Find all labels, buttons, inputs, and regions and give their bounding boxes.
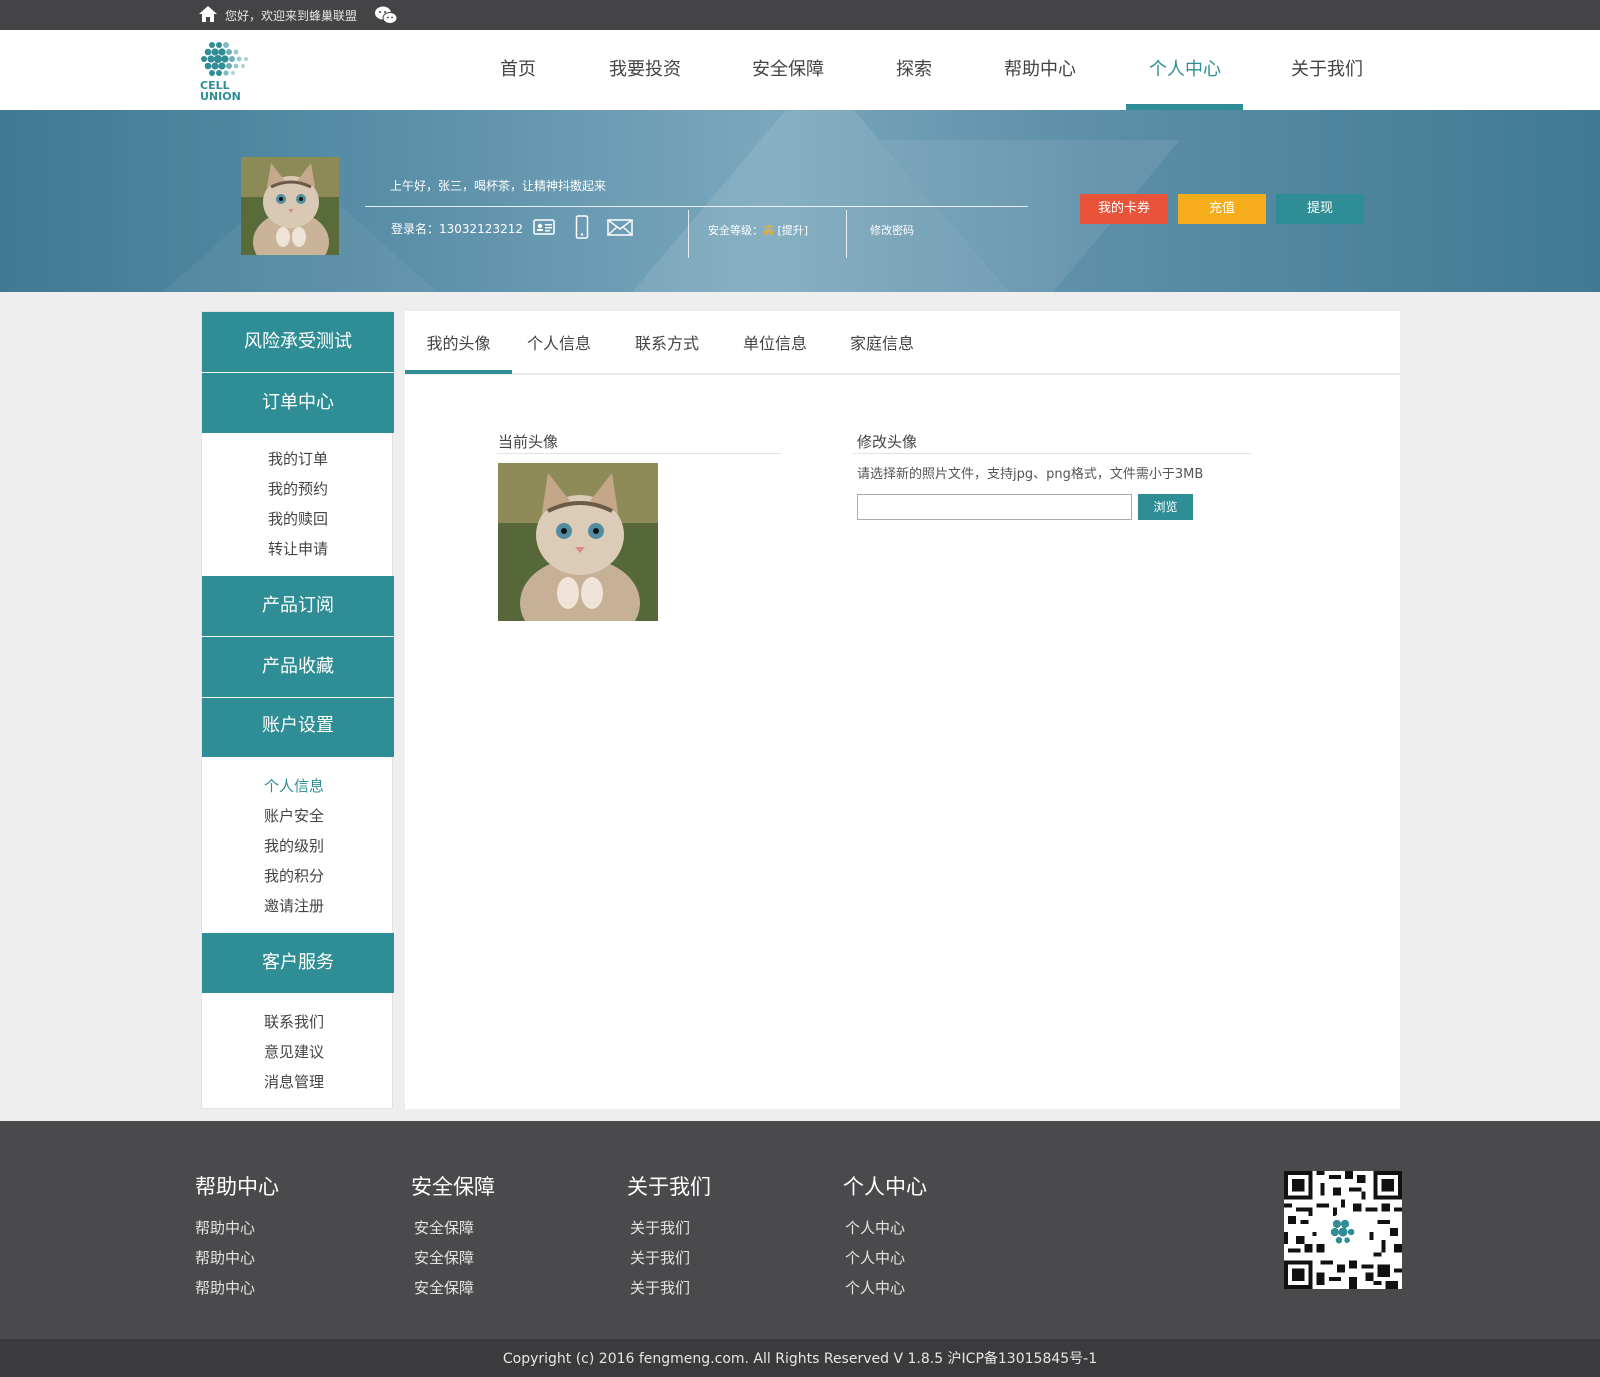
footer-column-personal: 个人中心 个人中心 个人中心 个人中心 <box>843 1171 927 1303</box>
footer-column-title: 帮助中心 <box>195 1175 279 1199</box>
sidebar-item-personal-info[interactable]: 个人信息 <box>198 775 390 796</box>
email-icon[interactable] <box>607 215 633 239</box>
current-avatar-image <box>498 463 658 621</box>
qr-code-image <box>1284 1171 1402 1289</box>
avatar-file-input[interactable] <box>857 494 1132 520</box>
site-header: CELL UNION 首页 我要投资 安全保障 探索 帮助中心 个人中心 关于我… <box>0 30 1600 110</box>
browse-button[interactable]: 浏览 <box>1138 494 1193 520</box>
recharge-button[interactable]: 充值 <box>1178 194 1266 224</box>
copyright-bar: Copyright (c) 2016 fengmeng.com. All Rig… <box>0 1339 1600 1377</box>
footer-link[interactable]: 个人中心 <box>845 1213 927 1243</box>
tab-personal-info[interactable]: 个人信息 <box>519 311 599 375</box>
banner-separator <box>846 210 847 258</box>
tab-my-avatar[interactable]: 我的头像 <box>405 311 512 375</box>
sidebar-item-my-orders[interactable]: 我的订单 <box>202 448 394 469</box>
sidebar-product-subscription[interactable]: 产品订阅 <box>202 576 394 636</box>
tabs-divider <box>405 373 1400 375</box>
footer-link[interactable]: 安全保障 <box>414 1243 495 1273</box>
tab-family-info[interactable]: 家庭信息 <box>842 311 922 375</box>
footer-link[interactable]: 个人中心 <box>845 1243 927 1273</box>
active-tab-indicator <box>405 370 512 374</box>
current-avatar-title: 当前头像 <box>498 433 559 451</box>
profile-banner: 上午好，张三，喝杯茶，让精神抖擞起来 登录名：13032123212 安全等级：… <box>0 110 1600 292</box>
banner-divider <box>365 206 1028 207</box>
sidebar-item-contact-us[interactable]: 联系我们 <box>198 1011 390 1032</box>
footer-column-title: 个人中心 <box>843 1175 927 1199</box>
change-avatar-title: 修改头像 <box>857 433 918 451</box>
sidebar-item-my-reservations[interactable]: 我的预约 <box>202 478 394 499</box>
sidebar-item-my-redemptions[interactable]: 我的赎回 <box>202 508 394 529</box>
upload-hint: 请选择新的照片文件，支持jpg、png格式，文件需小于3MB <box>857 467 1204 482</box>
banner-separator <box>688 210 689 258</box>
sidebar-item-transfer-requests[interactable]: 转让申请 <box>202 538 394 559</box>
login-name: 登录名：13032123212 <box>391 222 523 236</box>
tab-contact[interactable]: 联系方式 <box>627 311 707 375</box>
sidebar-item-invite-register[interactable]: 邀请注册 <box>198 895 390 916</box>
svg-text:UNION: UNION <box>200 90 241 101</box>
tab-employer-info[interactable]: 单位信息 <box>735 311 815 375</box>
footer-column-title: 安全保障 <box>411 1175 495 1199</box>
profile-panel: 我的头像 个人信息 联系方式 单位信息 家庭信息 当前头像 修改头像 请选择新的… <box>405 311 1400 1109</box>
site-footer: 帮助中心 帮助中心 帮助中心 帮助中心 安全保障 安全保障 安全保障 安全保障 … <box>0 1121 1600 1339</box>
mobile-phone-icon[interactable] <box>575 215 589 239</box>
sidebar-customer-service[interactable]: 客户服务 <box>202 933 394 993</box>
section-divider <box>497 453 781 454</box>
footer-link[interactable]: 关于我们 <box>630 1273 711 1303</box>
footer-link[interactable]: 关于我们 <box>630 1213 711 1243</box>
footer-column-security: 安全保障 安全保障 安全保障 安全保障 <box>411 1171 495 1303</box>
security-level-label: 安全等级： <box>708 224 763 237</box>
nav-security[interactable]: 安全保障 <box>748 30 828 110</box>
footer-column-title: 关于我们 <box>627 1175 711 1199</box>
sidebar-risk-test[interactable]: 风险承受测试 <box>202 312 394 372</box>
section-divider <box>853 453 1251 454</box>
nav-explore[interactable]: 探索 <box>889 30 939 110</box>
my-coupons-button[interactable]: 我的卡券 <box>1080 194 1168 224</box>
sidebar-account-settings[interactable]: 账户设置 <box>202 698 394 757</box>
nav-personal-center[interactable]: 个人中心 <box>1145 30 1225 110</box>
footer-link[interactable]: 个人中心 <box>845 1273 927 1303</box>
id-card-icon[interactable] <box>533 215 555 239</box>
account-sidebar: 风险承受测试 订单中心 我的订单 我的预约 我的赎回 转让申请 产品订阅 产品收… <box>198 311 394 1109</box>
footer-link[interactable]: 帮助中心 <box>195 1273 279 1303</box>
welcome-text: 您好，欢迎来到蜂巢联盟 <box>225 9 358 23</box>
greeting-message: 上午好，张三，喝杯茶，让精神抖擞起来 <box>390 179 607 193</box>
security-upgrade-link[interactable]: [提升] <box>778 224 809 237</box>
withdraw-button[interactable]: 提现 <box>1276 194 1364 224</box>
sidebar-item-feedback[interactable]: 意见建议 <box>198 1041 390 1062</box>
security-level-value: 高 <box>763 224 774 237</box>
security-level: 安全等级：高 [提升] <box>708 222 808 238</box>
footer-link[interactable]: 安全保障 <box>414 1213 495 1243</box>
change-password-link[interactable]: 修改密码 <box>870 222 914 238</box>
footer-link[interactable]: 安全保障 <box>414 1273 495 1303</box>
footer-link[interactable]: 帮助中心 <box>195 1213 279 1243</box>
nav-help-center[interactable]: 帮助中心 <box>1000 30 1080 110</box>
sidebar-item-messages[interactable]: 消息管理 <box>198 1071 390 1092</box>
home-icon[interactable] <box>198 5 218 23</box>
nav-home[interactable]: 首页 <box>489 30 547 110</box>
top-bar: 您好，欢迎来到蜂巢联盟 <box>0 0 1600 30</box>
footer-column-about: 关于我们 关于我们 关于我们 关于我们 <box>627 1171 711 1303</box>
sidebar-item-my-level[interactable]: 我的级别 <box>198 835 390 856</box>
wechat-icon[interactable] <box>374 5 398 25</box>
sidebar-order-center[interactable]: 订单中心 <box>202 373 394 433</box>
user-avatar[interactable] <box>241 157 339 255</box>
sidebar-item-my-points[interactable]: 我的积分 <box>198 865 390 886</box>
footer-link[interactable]: 关于我们 <box>630 1243 711 1273</box>
nav-invest[interactable]: 我要投资 <box>605 30 685 110</box>
nav-about-us[interactable]: 关于我们 <box>1287 30 1367 110</box>
cell-union-logo[interactable]: CELL UNION <box>198 39 256 101</box>
footer-column-help: 帮助中心 帮助中心 帮助中心 帮助中心 <box>195 1171 279 1303</box>
sidebar-product-favorites[interactable]: 产品收藏 <box>202 637 394 697</box>
sidebar-item-account-security[interactable]: 账户安全 <box>198 805 390 826</box>
footer-link[interactable]: 帮助中心 <box>195 1243 279 1273</box>
